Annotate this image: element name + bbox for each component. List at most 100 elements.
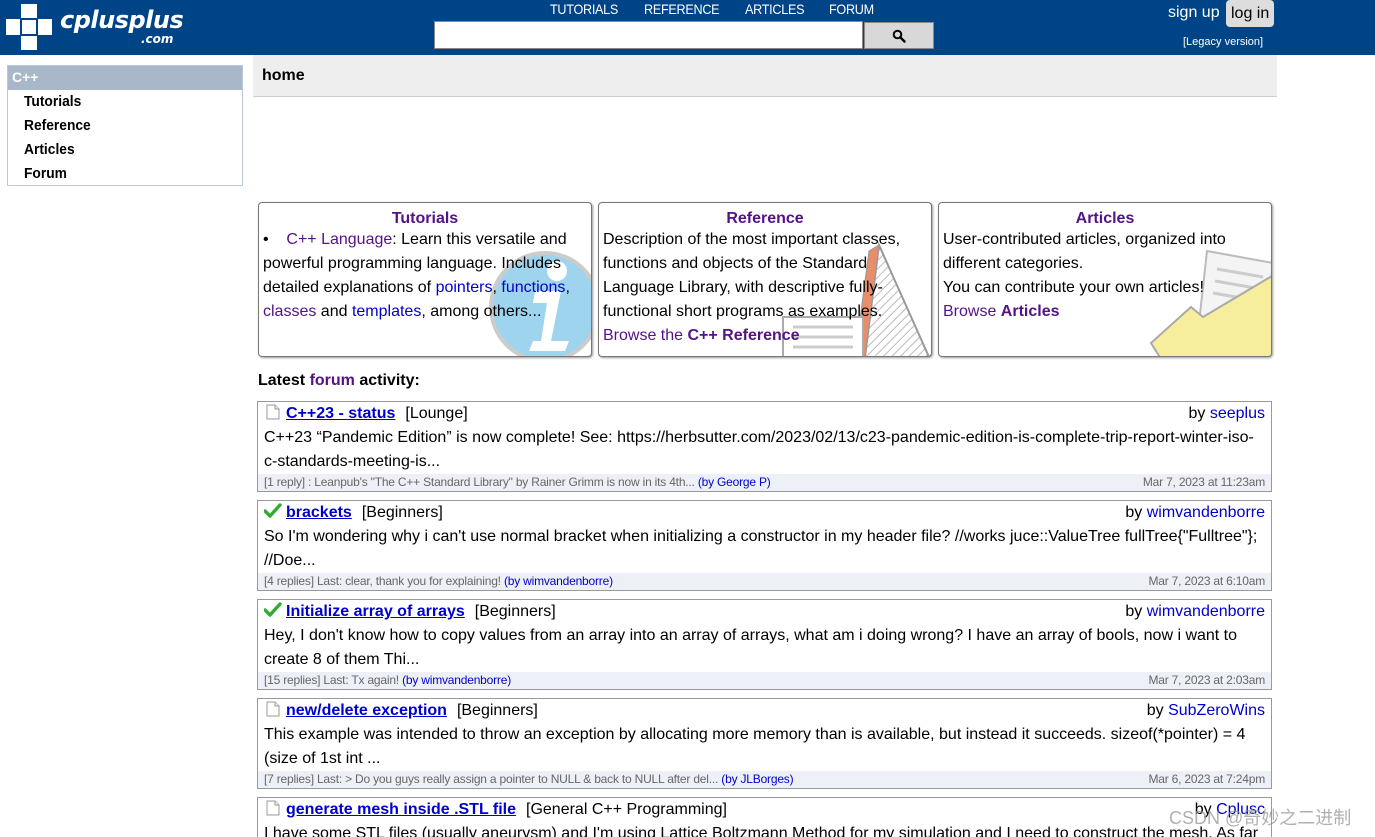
- post-date: Mar 6, 2023 at 7:24pm: [1148, 772, 1265, 786]
- sidebar-item-label[interactable]: Reference: [24, 114, 91, 138]
- signup-link[interactable]: sign up: [1168, 4, 1220, 22]
- legacy-version-link[interactable]: [Legacy version]: [1183, 36, 1263, 48]
- browse-reference-link[interactable]: Browse the C++ Reference: [603, 327, 800, 344]
- tutorials-description: • C++ Language: Learn this versatile and…: [263, 231, 570, 320]
- separator: and: [316, 303, 352, 320]
- sidebar-item-label[interactable]: Tutorials: [24, 90, 81, 114]
- watermark: CSDN @奇妙之二进制: [1169, 808, 1352, 828]
- articles-text: User-contributed articles, organized int…: [943, 231, 1226, 272]
- reference-text: Description of the most important classe…: [603, 231, 901, 320]
- post-date: Mar 7, 2023 at 2:03am: [1148, 673, 1265, 687]
- post-author: by wimvandenborre: [1125, 501, 1265, 525]
- site-logo[interactable]: cplusplus .com: [6, 4, 186, 50]
- post-excerpt: So I'm wondering why i can't use normal …: [264, 528, 1258, 569]
- post-footer: [4 replies] Last: clear, thank you for e…: [258, 573, 1271, 590]
- forum-post: generate mesh inside .STL file [General C…: [257, 797, 1272, 837]
- forum-post: C++23 - status [Lounge] by seeplus C++23 “P…: [257, 401, 1272, 492]
- post-footer: [1 reply] : Leanpub's "The C++ Standard …: [258, 474, 1271, 491]
- by-label: by: [1125, 504, 1147, 521]
- last-reply-author[interactable]: (by George P): [698, 475, 771, 489]
- nav-articles[interactable]: ARTICLES: [745, 0, 805, 18]
- post-title-link[interactable]: Initialize array of arrays: [286, 603, 465, 620]
- forum-link[interactable]: forum: [310, 372, 355, 389]
- forum-post: brackets [Beginners] by wimvandenborre So I…: [257, 500, 1272, 591]
- by-label: by: [1146, 702, 1169, 719]
- author-link[interactable]: seeplus: [1210, 405, 1265, 422]
- post-category: [Beginners]: [456, 702, 538, 719]
- articles-title-link[interactable]: Articles: [1076, 210, 1135, 227]
- reply-count: [15 replies] Last:: [264, 673, 352, 687]
- sidebar-item-reference: Reference: [8, 114, 242, 138]
- browse-articles-link[interactable]: Browse Articles: [943, 303, 1060, 320]
- nav-reference[interactable]: REFERENCE: [644, 0, 720, 18]
- sidebar-item-label[interactable]: Articles: [24, 138, 75, 162]
- post-excerpt: This example was intended to throw an ex…: [264, 726, 1246, 767]
- pointers-link[interactable]: pointers: [436, 279, 493, 296]
- post-title-link[interactable]: generate mesh inside .STL file: [286, 801, 516, 818]
- browse-reference-pre: Browse the: [603, 327, 688, 344]
- articles-description: User-contributed articles, organized int…: [939, 228, 1271, 324]
- tutorials-title-link[interactable]: Tutorials: [392, 210, 458, 227]
- author-link[interactable]: wimvandenborre: [1147, 603, 1265, 620]
- post-header: new/delete exception [Beginners] by SubZer…: [258, 699, 1271, 723]
- last-reply-link[interactable]: > Do you guys really assign a pointer to…: [345, 772, 718, 786]
- check-icon: [264, 503, 282, 518]
- breadcrumb: home: [253, 55, 1277, 97]
- logo-text: cplusplus: [60, 6, 184, 34]
- functions-link[interactable]: functions: [501, 279, 565, 296]
- post-date: Mar 7, 2023 at 6:10am: [1148, 574, 1265, 588]
- classes-link[interactable]: classes: [263, 303, 316, 320]
- author-link[interactable]: SubZeroWins: [1168, 702, 1265, 719]
- latest-pre: Latest: [258, 372, 310, 389]
- search-input[interactable]: [434, 21, 863, 49]
- top-bar: cplusplus .com TUTORIALS REFERENCE ARTIC…: [0, 0, 1375, 55]
- last-reply-link[interactable]: Leanpub's "The C++ Standard Library" by …: [314, 475, 695, 489]
- post-header: Initialize array of arrays [Beginners] by …: [258, 600, 1271, 624]
- post-header: C++23 - status [Lounge] by seeplus: [258, 402, 1271, 426]
- sidebar-item-label[interactable]: Forum: [24, 162, 67, 186]
- tutorials-box: Tutorials • C++ Language: Learn this ver…: [258, 202, 592, 357]
- post-excerpt: I have some STL files (usually aneurysm)…: [264, 825, 1259, 837]
- last-reply-author[interactable]: (by JLBorges): [721, 772, 793, 786]
- search-button[interactable]: [864, 22, 934, 49]
- post-title-link[interactable]: C++23 - status: [286, 405, 395, 422]
- reference-title-link[interactable]: Reference: [726, 210, 803, 227]
- browse-articles-bold: Articles: [1000, 303, 1060, 320]
- sidebar-heading[interactable]: C++: [8, 66, 242, 90]
- last-reply-author[interactable]: (by wimvandenborre): [402, 673, 511, 687]
- post-title-link[interactable]: new/delete exception: [286, 702, 447, 719]
- post-category: [Beginners]: [474, 603, 556, 620]
- nav-forum[interactable]: FORUM: [829, 0, 874, 18]
- post-header: brackets [Beginners] by wimvandenborre: [258, 501, 1271, 525]
- search-icon: [892, 29, 906, 43]
- last-reply-link[interactable]: Tx again!: [351, 673, 399, 687]
- reference-box: Reference Description of the most import…: [598, 202, 932, 357]
- author-link[interactable]: wimvandenborre: [1147, 504, 1265, 521]
- by-label: by: [1125, 603, 1147, 620]
- templates-link[interactable]: templates: [352, 303, 421, 320]
- sidebar-item-articles: Articles: [8, 138, 242, 162]
- last-reply-author[interactable]: (by wimvandenborre): [504, 574, 613, 588]
- forum-post: Initialize array of arrays [Beginners] by …: [257, 599, 1272, 690]
- browse-articles-pre: Browse: [943, 303, 1001, 320]
- post-excerpt: C++23 “Pandemic Edition” is now complete…: [264, 429, 1254, 470]
- articles-text-2: You can contribute your own articles!: [943, 279, 1204, 296]
- post-author: by SubZeroWins: [1147, 699, 1265, 723]
- reference-description: Description of the most important classe…: [599, 228, 931, 348]
- separator: ,: [565, 279, 570, 296]
- nav-tutorials[interactable]: TUTORIALS: [550, 0, 618, 18]
- post-footer: [7 replies] Last: > Do you guys really a…: [258, 771, 1271, 788]
- cpp-language-link[interactable]: C++ Language: [286, 231, 392, 248]
- post-category: [General C++ Programming]: [526, 801, 727, 818]
- check-icon: [264, 602, 282, 617]
- post-title-link[interactable]: brackets: [286, 504, 352, 521]
- post-excerpt: Hey, I don't know how to copy values fro…: [264, 627, 1238, 668]
- logo-domain: .com: [141, 32, 174, 46]
- post-category: [Lounge]: [405, 405, 468, 422]
- post-date: Mar 7, 2023 at 11:23am: [1142, 475, 1265, 489]
- last-reply-link[interactable]: clear, thank you for explaining!: [345, 574, 501, 588]
- login-button[interactable]: log in: [1226, 0, 1275, 27]
- post-footer: [15 replies] Last: Tx again! (by wimvand…: [258, 672, 1271, 689]
- top-nav: TUTORIALS REFERENCE ARTICLES FORUM: [550, 0, 879, 18]
- page-icon: [266, 701, 280, 717]
